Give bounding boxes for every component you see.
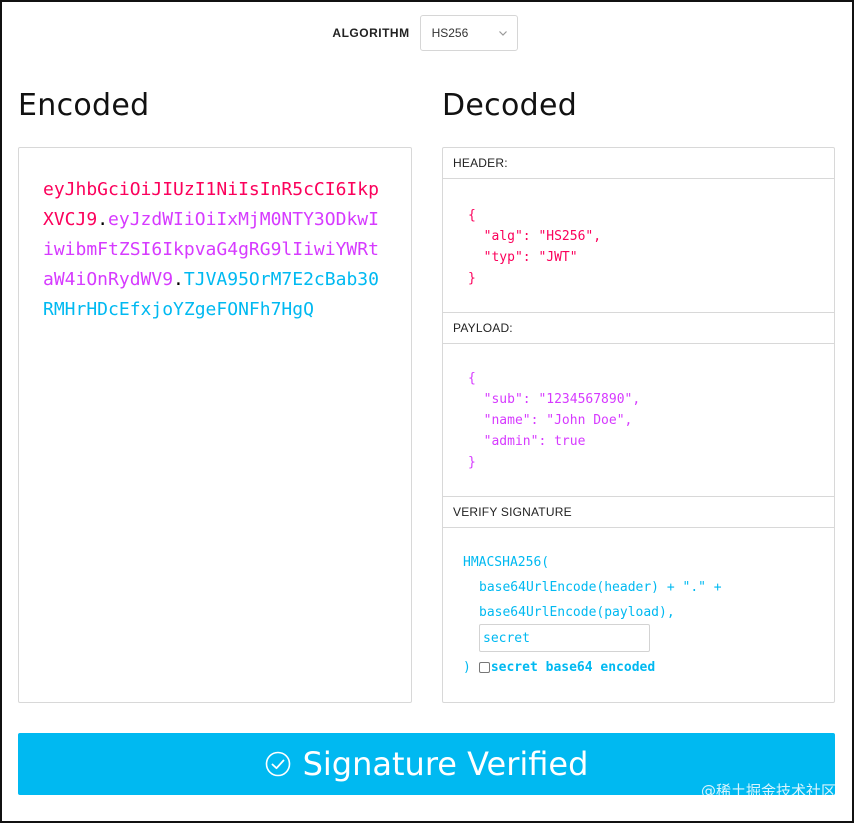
encoded-token-editor[interactable]: eyJhbGciOiJIUzI1NiIsInR5cCI6IkpXVCJ9.eyJ… — [18, 147, 412, 703]
watermark: @稀土掘金技术社区 — [700, 782, 836, 800]
sig-line-hmac: HMACSHA256( — [463, 555, 550, 570]
decoded-title: Decoded — [442, 88, 578, 123]
token-dot: . — [173, 269, 184, 290]
algorithm-select[interactable]: HS256 — [419, 15, 518, 51]
base64-encoded-checkbox[interactable] — [478, 661, 490, 673]
signature-close-row: ) secret base64 encoded — [463, 656, 655, 678]
encoded-token[interactable]: eyJhbGciOiJIUzI1NiIsInR5cCI6IkpXVCJ9.eyJ… — [43, 175, 388, 325]
secret-input[interactable] — [479, 624, 650, 652]
sig-line-header: base64UrlEncode(header) + "." + — [479, 580, 722, 595]
token-dot: . — [97, 209, 109, 230]
sig-close-paren: ) — [463, 659, 471, 675]
check-circle-icon — [265, 751, 290, 777]
signature-formula: HMACSHA256( base64UrlEncode(header) + ".… — [463, 550, 722, 625]
encoded-title: Encoded — [18, 88, 150, 123]
payload-section-label: PAYLOAD: — [443, 313, 834, 344]
chevron-down-icon — [498, 31, 507, 36]
algorithm-selected-value: HS256 — [431, 26, 469, 40]
sig-line-payload: base64UrlEncode(payload), — [479, 605, 675, 620]
header-json-editor[interactable]: { "alg": "HS256", "typ": "JWT" } — [468, 205, 601, 289]
signature-verified-label: Signature Verified — [302, 745, 589, 783]
payload-json-editor[interactable]: { "sub": "1234567890", "name": "John Doe… — [468, 368, 640, 473]
algorithm-row: ALGORITHM HS256 — [0, 14, 850, 52]
signature-section-label: VERIFY SIGNATURE — [443, 497, 834, 528]
header-section-label: HEADER: — [443, 148, 834, 179]
algorithm-label: ALGORITHM — [332, 26, 410, 40]
decoded-panel: HEADER: { "alg": "HS256", "typ": "JWT" }… — [442, 147, 835, 703]
base64-encoded-label[interactable]: secret base64 encoded — [491, 660, 655, 675]
